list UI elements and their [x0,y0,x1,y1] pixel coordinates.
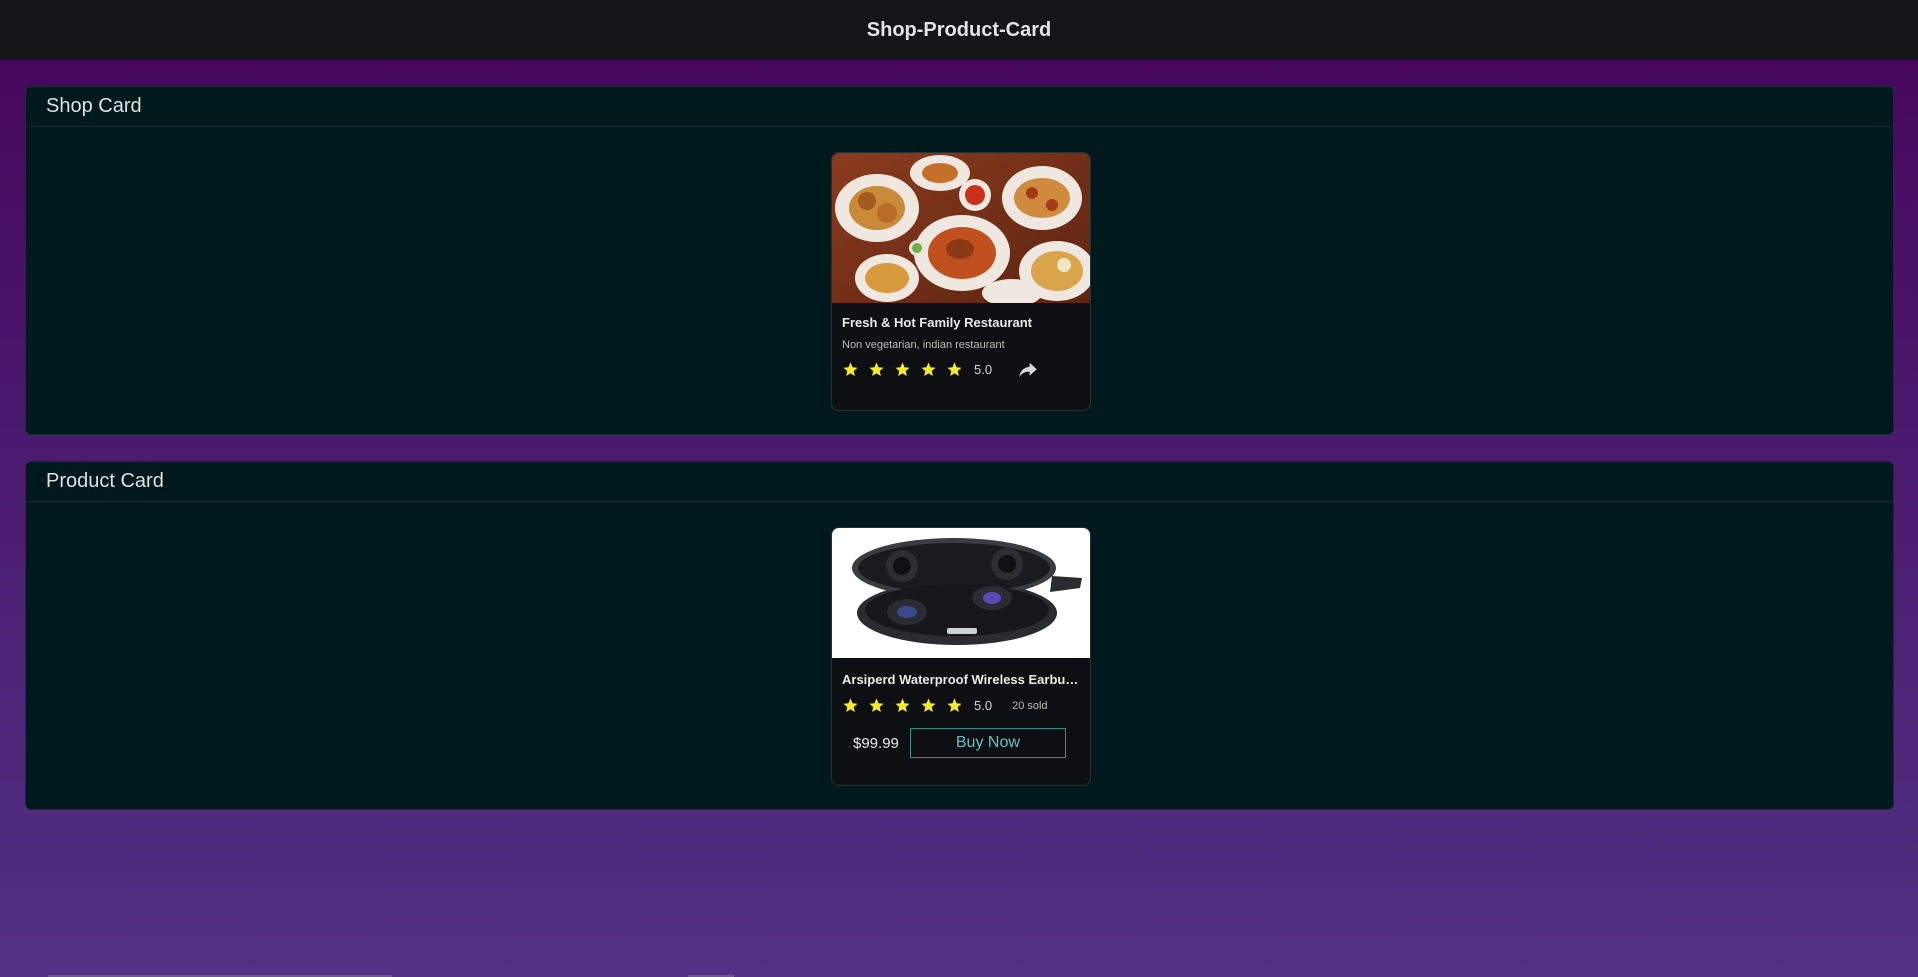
product-card-panel: Product Card Arsiperd Waterproof Wireles… [25,461,1894,810]
shop-card[interactable]: Fresh & Hot Family Restaurant Non vegeta… [831,152,1091,411]
star-icon [869,698,884,713]
top-bar: Shop-Product-Card [0,0,1918,60]
star-icon [947,362,962,377]
rating-row: 5.0 [842,361,1080,378]
rating-value: 5.0 [974,698,993,713]
price: $99.99 [853,734,899,752]
star-icon [843,698,858,713]
buy-now-button[interactable]: Buy Now [909,728,1066,758]
star-icon [895,698,910,713]
star-icon [895,362,910,377]
panel-title: Shop Card [46,95,142,117]
star-icon [921,698,936,713]
star-icon [921,362,936,377]
product-name: Arsiperd Waterproof Wireless Earbuds [842,672,1080,687]
star-icon [947,698,962,713]
earbuds-case-image [832,528,1090,658]
shop-name: Fresh & Hot Family Restaurant [842,315,1032,330]
shop-card-panel: Shop Card Fresh & Hot Family Restaurant … [25,86,1894,435]
star-icon [843,362,858,377]
panel-header: Shop Card [26,87,1893,127]
rating-value: 5.0 [974,362,993,377]
shop-subtitle: Non vegetarian, indian restaurant [842,339,1005,351]
food-platter-image [832,153,1090,303]
star-icon [869,362,884,377]
sold-count: 20 sold [1012,699,1048,712]
price-row: $99.99 Buy Now [842,728,1080,758]
panel-header: Product Card [26,462,1893,502]
share-icon[interactable] [1018,362,1038,378]
rating-row: 5.0 20 sold [842,697,1080,714]
panel-title: Product Card [46,470,164,492]
product-card[interactable]: Arsiperd Waterproof Wireless Earbuds 5.0… [831,527,1091,786]
page-title: Shop-Product-Card [866,18,1052,41]
